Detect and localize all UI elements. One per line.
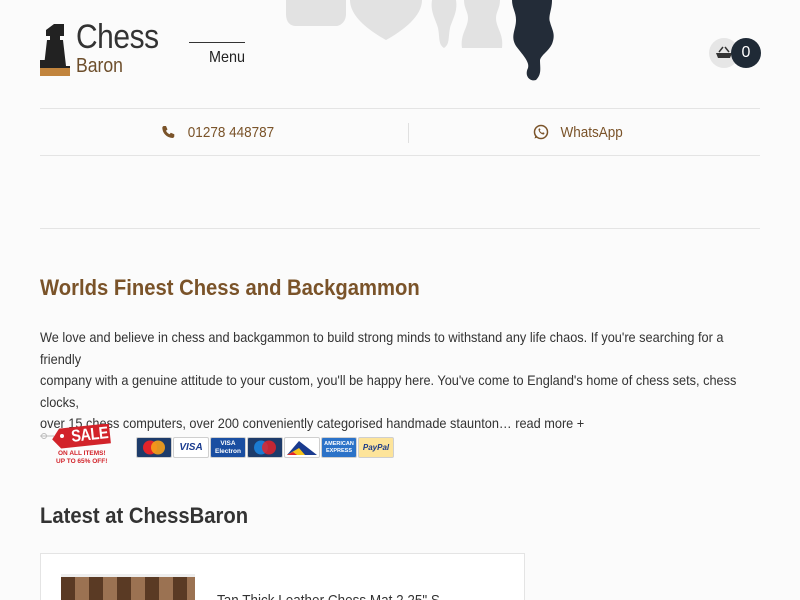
latest-heading: Latest at ChessBaron	[40, 503, 249, 528]
menu-button[interactable]: Menu	[189, 42, 245, 68]
cart-button[interactable]: 0	[709, 38, 761, 68]
payment-cards: VISA VISA Electron AMERICAN EXPRESS PayP…	[136, 437, 394, 458]
news-thumbnail[interactable]	[61, 574, 195, 600]
whatsapp-icon	[534, 124, 549, 140]
logo[interactable]: Chess Baron	[40, 20, 170, 76]
contact-bar: 01278 448787 WhatsApp	[40, 108, 760, 156]
phone-number: 01278 448787	[187, 123, 275, 141]
rook-logo-icon	[40, 20, 72, 76]
page-title: Worlds Finest Chess and Backgammon	[40, 275, 420, 300]
news-title[interactable]: Tan Thick Leather Chess Mat 2.25" S...	[217, 592, 451, 600]
mastercard-icon	[136, 437, 172, 458]
site-header: Chess Baron Menu 0	[0, 0, 800, 108]
logo-chess-text: Chess	[76, 18, 159, 56]
phone-icon	[162, 126, 175, 138]
whatsapp-link[interactable]: WhatsApp	[400, 109, 760, 155]
whatsapp-label: WhatsApp	[560, 123, 624, 141]
cart-count-badge: 0	[731, 38, 761, 68]
divider	[40, 228, 760, 229]
news-card[interactable]: Tan Thick Leather Chess Mat 2.25" S...	[40, 553, 525, 600]
menu-label: Menu	[208, 49, 245, 66]
intro-line: company with a genuine attitude to your …	[40, 372, 737, 410]
visa-electron-icon: VISA Electron	[210, 437, 246, 458]
sale-text: SALE	[70, 423, 109, 446]
chess-pieces-decoration-icon	[284, 0, 560, 82]
intro-line: We love and believe in chess and backgam…	[40, 329, 724, 367]
intro-paragraph: We love and believe in chess and backgam…	[40, 327, 770, 435]
sale-badge[interactable]: SALE ON ALL ITEMS! UP TO 65% OFF!	[40, 423, 114, 468]
logo-baron-text: Baron	[76, 55, 123, 77]
sale-subtext: UP TO 65% OFF!	[56, 458, 108, 465]
read-more-link[interactable]: read more +	[515, 415, 584, 431]
sale-subtext: ON ALL ITEMS!	[58, 450, 106, 457]
maestro-icon	[247, 437, 283, 458]
amex-icon: AMERICAN EXPRESS	[321, 437, 357, 458]
phone-link[interactable]: 01278 448787	[40, 109, 400, 155]
visa-icon: VISA	[173, 437, 209, 458]
delta-icon	[284, 437, 320, 458]
paypal-icon: PayPal	[358, 437, 394, 458]
divider	[408, 123, 409, 143]
